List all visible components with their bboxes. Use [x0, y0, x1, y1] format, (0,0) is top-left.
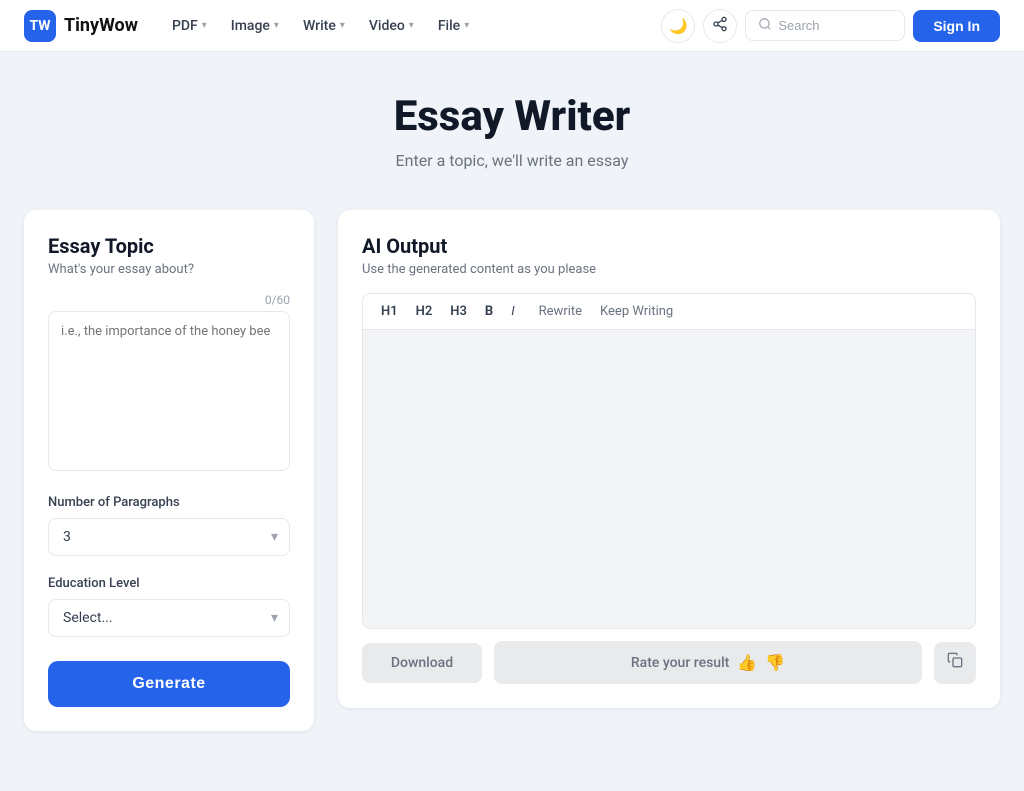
page-header: Essay Writer Enter a topic, we'll write … [24, 92, 1000, 170]
search-icon [758, 16, 772, 35]
paragraphs-select[interactable]: 1 2 3 4 5 [48, 518, 290, 556]
rate-label: Rate your result [631, 655, 729, 671]
thumbs-down-icon[interactable]: 👎 [765, 653, 785, 672]
nav-write[interactable]: Write ▾ [293, 12, 355, 40]
toolbar-rewrite-button[interactable]: Rewrite [533, 302, 588, 321]
ai-output-title: AI Output [362, 234, 976, 258]
toolbar-italic-button[interactable]: I [505, 302, 520, 321]
toolbar-h1-button[interactable]: H1 [375, 302, 404, 321]
chevron-down-icon: ▾ [202, 20, 207, 31]
education-select[interactable]: Select... Elementary Middle School High … [48, 599, 290, 637]
share-button[interactable] [703, 9, 737, 43]
download-button[interactable]: Download [362, 643, 482, 683]
chevron-down-icon: ▾ [409, 20, 414, 31]
share-icon [712, 16, 728, 36]
education-label: Education Level [48, 576, 290, 591]
logo-text: TinyWow [64, 15, 138, 36]
toolbar-bold-button[interactable]: B [479, 302, 499, 321]
paragraphs-select-wrapper: 1 2 3 4 5 [48, 518, 290, 556]
content-grid: Essay Topic What's your essay about? 0/6… [24, 210, 1000, 731]
editor-toolbar: H1 H2 H3 B I Rewrite Keep Writing [362, 293, 976, 329]
dark-mode-button[interactable]: 🌙 [661, 9, 695, 43]
moon-icon: 🌙 [669, 17, 688, 35]
search-input[interactable] [778, 18, 892, 33]
essay-topic-title: Essay Topic [48, 234, 290, 258]
copy-button[interactable] [934, 642, 976, 684]
logo-icon: TW [24, 10, 56, 42]
thumbs-up-icon[interactable]: 👍 [737, 653, 757, 672]
paragraphs-group: Number of Paragraphs 1 2 3 4 5 [48, 495, 290, 556]
main-nav: PDF ▾ Image ▾ Write ▾ Video ▾ File ▾ [162, 12, 653, 40]
essay-topic-subtitle: What's your essay about? [48, 262, 290, 277]
sign-in-button[interactable]: Sign In [913, 10, 1000, 42]
right-panel: AI Output Use the generated content as y… [338, 210, 1000, 708]
chevron-down-icon: ▾ [340, 20, 345, 31]
paragraphs-label: Number of Paragraphs [48, 495, 290, 510]
nav-pdf[interactable]: PDF ▾ [162, 12, 217, 40]
nav-video[interactable]: Video ▾ [359, 12, 424, 40]
editor-area[interactable] [362, 329, 976, 629]
ai-output-subtitle: Use the generated content as you please [362, 262, 976, 277]
toolbar-keep-writing-button[interactable]: Keep Writing [594, 302, 679, 321]
toolbar-h3-button[interactable]: H3 [444, 302, 473, 321]
header-actions: 🌙 Sign In [661, 9, 1000, 43]
nav-image[interactable]: Image ▾ [221, 12, 289, 40]
output-actions: Download Rate your result 👍 👎 [362, 641, 976, 684]
generate-button[interactable]: Generate [48, 661, 290, 707]
essay-topic-textarea[interactable] [48, 311, 290, 471]
toolbar-h2-button[interactable]: H2 [410, 302, 439, 321]
rate-result-button[interactable]: Rate your result 👍 👎 [494, 641, 922, 684]
copy-icon [947, 652, 963, 673]
page-title: Essay Writer [24, 92, 1000, 141]
page-subtitle: Enter a topic, we'll write an essay [24, 151, 1000, 170]
nav-file[interactable]: File ▾ [428, 12, 479, 40]
chevron-down-icon: ▾ [274, 20, 279, 31]
left-panel: Essay Topic What's your essay about? 0/6… [24, 210, 314, 731]
chevron-down-icon: ▾ [464, 20, 469, 31]
search-bar[interactable] [745, 10, 905, 41]
education-select-wrapper: Select... Elementary Middle School High … [48, 599, 290, 637]
char-count: 0/60 [48, 293, 290, 307]
logo[interactable]: TW TinyWow [24, 10, 138, 42]
education-group: Education Level Select... Elementary Mid… [48, 576, 290, 637]
